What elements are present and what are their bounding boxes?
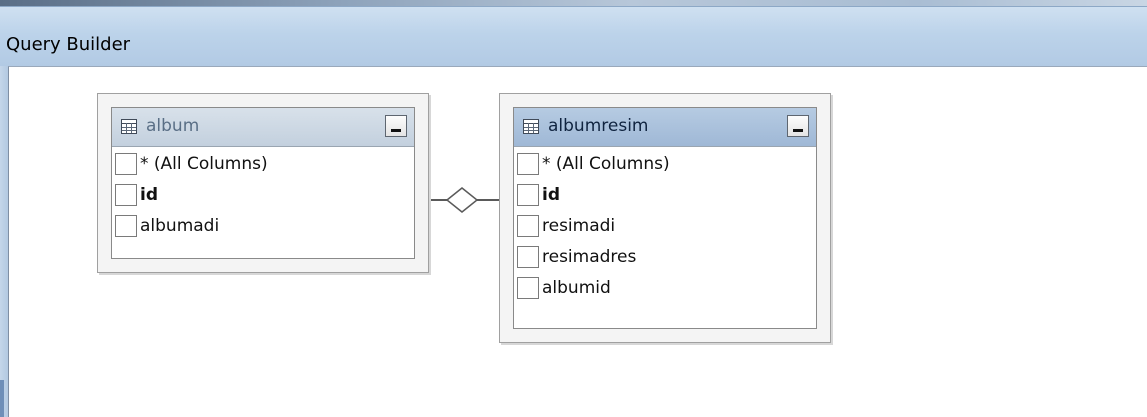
column-checkbox[interactable] xyxy=(517,276,539,299)
column-row[interactable]: resimadres xyxy=(517,241,636,272)
column-row[interactable]: albumid xyxy=(517,272,611,303)
column-row[interactable]: * (All Columns) xyxy=(115,148,268,179)
table-grid-icon xyxy=(523,119,539,134)
relationship-line-right xyxy=(477,199,499,201)
table-grid-icon xyxy=(121,119,137,134)
window-title: Query Builder xyxy=(6,34,131,55)
column-label: resimadres xyxy=(542,246,637,267)
table-box-albumresim[interactable]: albumresim * (All Columns) id resimadi r… xyxy=(499,93,831,343)
column-row[interactable]: id xyxy=(517,179,560,210)
column-label: albumid xyxy=(542,277,611,298)
column-checkbox[interactable] xyxy=(517,245,539,268)
column-row[interactable]: albumadi xyxy=(115,210,219,241)
column-label: * (All Columns) xyxy=(542,153,670,174)
table-header-albumresim[interactable]: albumresim xyxy=(514,108,816,147)
minimize-button[interactable] xyxy=(787,115,809,137)
column-checkbox[interactable] xyxy=(517,214,539,237)
minimize-button[interactable] xyxy=(385,115,407,137)
query-builder-window: Query Builder album * (All Columns) id a… xyxy=(0,0,1147,417)
table-name-albumresim: albumresim xyxy=(548,116,649,136)
column-row[interactable]: * (All Columns) xyxy=(517,148,670,179)
table-body-albumresim: albumresim * (All Columns) id resimadi r… xyxy=(513,107,817,329)
window-left-accent xyxy=(0,380,4,417)
column-label: albumadi xyxy=(140,215,220,236)
column-checkbox[interactable] xyxy=(115,152,137,175)
title-bar[interactable]: Query Builder xyxy=(0,6,1147,67)
column-label: * (All Columns) xyxy=(140,153,268,174)
column-row[interactable]: id xyxy=(115,179,158,210)
table-body-album: album * (All Columns) id albumadi xyxy=(111,107,415,259)
column-row[interactable]: resimadi xyxy=(517,210,615,241)
table-box-album[interactable]: album * (All Columns) id albumadi xyxy=(97,93,429,273)
column-label: resimadi xyxy=(542,215,616,236)
relationship-diamond-icon[interactable] xyxy=(445,185,479,215)
table-name-album: album xyxy=(146,116,200,136)
column-label-key: id xyxy=(140,184,158,205)
column-checkbox[interactable] xyxy=(115,183,137,206)
column-label-key: id xyxy=(542,184,560,205)
table-header-album[interactable]: album xyxy=(112,108,414,147)
diagram-pane[interactable]: album * (All Columns) id albumadi albumr… xyxy=(9,67,1147,417)
window-left-border xyxy=(0,66,8,417)
column-checkbox[interactable] xyxy=(517,183,539,206)
column-checkbox[interactable] xyxy=(115,214,137,237)
column-checkbox[interactable] xyxy=(517,152,539,175)
